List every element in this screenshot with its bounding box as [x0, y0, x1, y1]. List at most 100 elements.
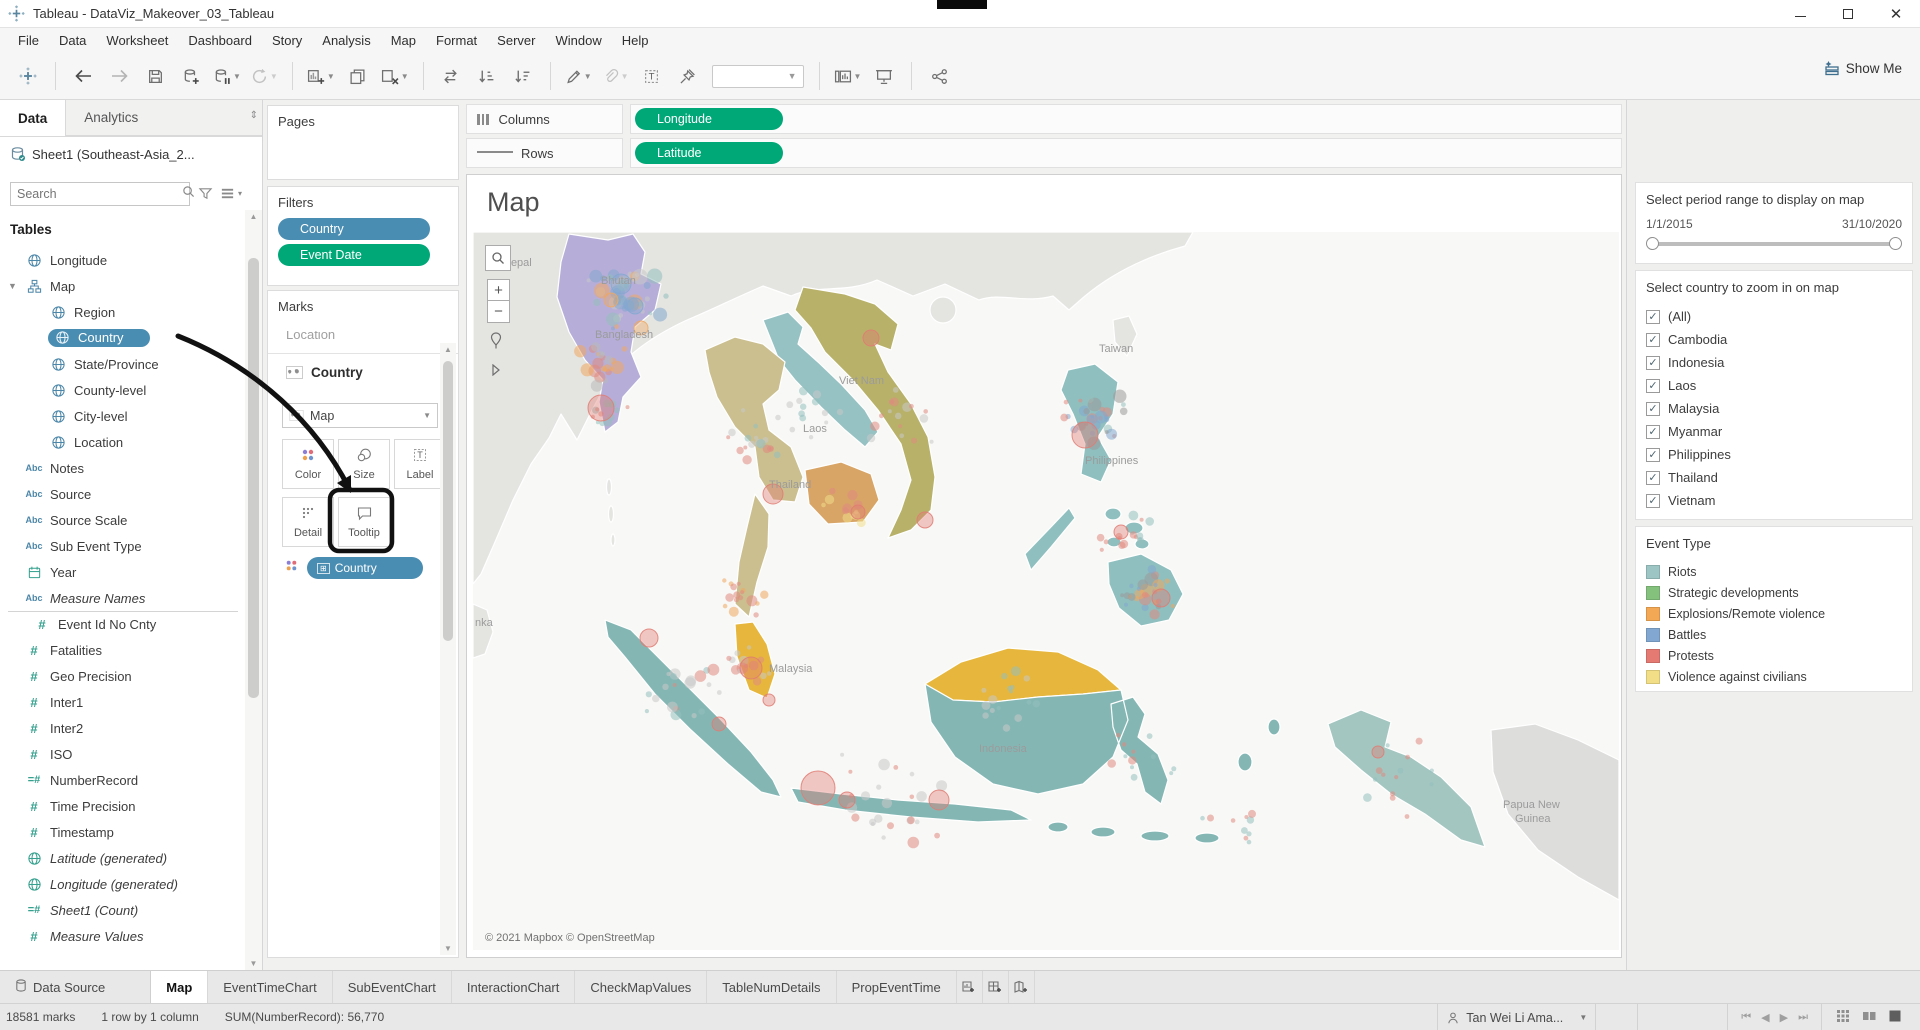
event-mark[interactable] — [626, 297, 644, 315]
user-menu[interactable]: Tan Wei Li Ama... ▼ — [1437, 1004, 1595, 1030]
marks-scrollbar[interactable]: ▲ ▼ — [440, 343, 456, 955]
sheet-tab-tablenumdetails[interactable]: TableNumDetails — [707, 971, 837, 1003]
event-mark[interactable] — [838, 791, 856, 809]
legend-item-riots[interactable]: Riots — [1636, 561, 1912, 582]
event-mark[interactable] — [1113, 524, 1129, 540]
checkbox-checked-icon[interactable]: ✓ — [1646, 401, 1660, 416]
search-input[interactable] — [11, 187, 182, 201]
checkbox-checked-icon[interactable]: ✓ — [1646, 378, 1660, 393]
field-time-precision[interactable]: # Time Precision — [0, 793, 246, 819]
show-me-button[interactable]: Show Me — [1824, 60, 1902, 76]
event-mark[interactable] — [762, 693, 776, 707]
toolbar-duplicate-button[interactable] — [345, 61, 371, 91]
zoom-out-button[interactable]: − — [487, 301, 510, 323]
menu-dashboard[interactable]: Dashboard — [178, 30, 262, 51]
field-iso[interactable]: # ISO — [0, 741, 246, 767]
checkbox-checked-icon[interactable]: ✓ — [1646, 447, 1660, 462]
country-option-laos[interactable]: ✓ Laos — [1636, 374, 1912, 397]
toolbar-sort-descending-button[interactable] — [510, 61, 536, 91]
field-geo-precision[interactable]: # Geo Precision — [0, 663, 246, 689]
menu-worksheet[interactable]: Worksheet — [96, 30, 178, 51]
toolbar-sort-ascending-button[interactable] — [474, 61, 500, 91]
sheet-sorter-view-icon[interactable] — [1836, 1009, 1850, 1026]
legend-item-protests[interactable]: Protests — [1636, 645, 1912, 666]
event-mark[interactable] — [1071, 421, 1099, 449]
filmstrip-view-icon[interactable] — [1862, 1009, 1876, 1026]
checkbox-checked-icon[interactable]: ✓ — [1646, 470, 1660, 485]
size-button[interactable]: Size — [338, 439, 390, 489]
field-numberrecord[interactable]: =# NumberRecord — [0, 767, 246, 793]
checkbox-checked-icon[interactable]: ✓ — [1646, 332, 1660, 347]
toolbar-share-button[interactable] — [926, 61, 952, 91]
menu-file[interactable]: File — [8, 30, 49, 51]
country-option-thailand[interactable]: ✓ Thailand — [1636, 466, 1912, 489]
slider-handle-start[interactable] — [1646, 237, 1659, 250]
toolbar-undo-button[interactable] — [70, 61, 96, 91]
field-measure-names[interactable]: Abc Measure Names — [0, 585, 246, 611]
event-mark[interactable] — [1371, 745, 1385, 759]
datasource-connection[interactable]: Sheet1 (Southeast-Asia_2... — [10, 146, 250, 162]
field-fatalities[interactable]: # Fatalities — [0, 637, 246, 663]
label-button[interactable]: T Label — [394, 439, 446, 489]
country-option-malaysia[interactable]: ✓ Malaysia — [1636, 397, 1912, 420]
toolbar-fix-axes-button[interactable] — [675, 61, 701, 91]
rows-shelf[interactable]: Latitude — [630, 138, 1622, 168]
legend-item-explosions-remote-violence[interactable]: Explosions/Remote violence — [1636, 603, 1912, 624]
map-search-button[interactable] — [485, 245, 511, 271]
minimize-button[interactable] — [1776, 0, 1824, 28]
field-timestamp[interactable]: # Timestamp — [0, 819, 246, 845]
sheet-tab-propeventtime[interactable]: PropEventTime — [837, 971, 957, 1003]
toolbar-show-cards-button[interactable]: ▼ — [834, 61, 861, 91]
field-event-id-no-cnty[interactable]: # Event Id No Cnty — [8, 611, 238, 637]
toolbar-group-button[interactable]: ▼ — [602, 61, 629, 91]
slider-handle-end[interactable] — [1889, 237, 1902, 250]
event-mark[interactable] — [639, 628, 659, 648]
field-longitude[interactable]: Longitude — [0, 247, 246, 273]
pane-expander-icon[interactable]: ⇕ — [250, 110, 258, 121]
field-measure-values[interactable]: # Measure Values — [0, 923, 246, 949]
map-visualization[interactable]: NepalBhutanBangladeshTaiwanViet NamLaosT… — [473, 232, 1619, 950]
scrollbar-thumb[interactable] — [248, 258, 259, 698]
tab-analytics[interactable]: Analytics — [65, 100, 262, 136]
menu-data[interactable]: Data — [49, 30, 96, 51]
scroll-up-icon[interactable]: ▲ — [248, 212, 259, 221]
toolbar-redo-button[interactable] — [106, 61, 132, 91]
menu-analysis[interactable]: Analysis — [312, 30, 380, 51]
toolbar-tableau-home-button[interactable] — [15, 61, 41, 91]
filters-shelf[interactable]: Filters Country Event Date — [267, 186, 459, 286]
field-sheet1-count[interactable]: =# Sheet1 (Count) — [0, 897, 246, 923]
toolbar-presentation-mode-button[interactable] — [871, 61, 897, 91]
marks-layer-location[interactable]: Location — [286, 331, 335, 346]
scroll-down-icon[interactable]: ▼ — [443, 944, 453, 953]
sheet-tab-eventtimechart[interactable]: EventTimeChart — [208, 971, 333, 1003]
mark-type-dropdown[interactable]: Map ▼ — [282, 403, 438, 428]
country-option-philippines[interactable]: ✓ Philippines — [1636, 443, 1912, 466]
sheet-tab-data-source[interactable]: Data Source — [0, 971, 120, 1003]
view-options-icon[interactable]: ▾ — [220, 186, 242, 201]
toolbar-text-label-button[interactable]: T — [639, 61, 665, 91]
color-button[interactable]: Color — [282, 439, 334, 489]
menu-format[interactable]: Format — [426, 30, 487, 51]
field-state-province[interactable]: State/Province — [0, 351, 246, 377]
field-source-scale[interactable]: Abc Source Scale — [0, 507, 246, 533]
legend-item-strategic-developments[interactable]: Strategic developments — [1636, 582, 1912, 603]
field-sub-event-type[interactable]: Abc Sub Event Type — [0, 533, 246, 559]
country-option-indonesia[interactable]: ✓ Indonesia — [1636, 351, 1912, 374]
last-sheet-icon[interactable]: ⏭ — [1798, 1011, 1808, 1024]
toolbar-new-worksheet-button[interactable]: ▼ — [307, 61, 335, 91]
filter-pill-country[interactable]: Country — [278, 218, 430, 240]
event-mark[interactable] — [603, 292, 619, 308]
checkbox-checked-icon[interactable]: ✓ — [1646, 493, 1660, 508]
country-option-cambodia[interactable]: ✓ Cambodia — [1636, 328, 1912, 351]
chevron-down-icon[interactable]: ▼ — [8, 281, 17, 291]
toolbar-swap-rows-columns-button[interactable] — [438, 61, 464, 91]
sheet-view-icon[interactable] — [1888, 1009, 1902, 1026]
checkbox-checked-icon[interactable]: ✓ — [1646, 355, 1660, 370]
toolbar-clear-sheet-button[interactable]: ▼ — [381, 61, 409, 91]
menu-window[interactable]: Window — [545, 30, 611, 51]
toolbar-pause-updates-button[interactable]: ▼ — [214, 61, 241, 91]
map-pin-icon[interactable] — [489, 332, 503, 354]
event-mark[interactable] — [850, 504, 866, 520]
event-mark[interactable] — [739, 656, 763, 680]
event-mark[interactable] — [916, 511, 934, 529]
